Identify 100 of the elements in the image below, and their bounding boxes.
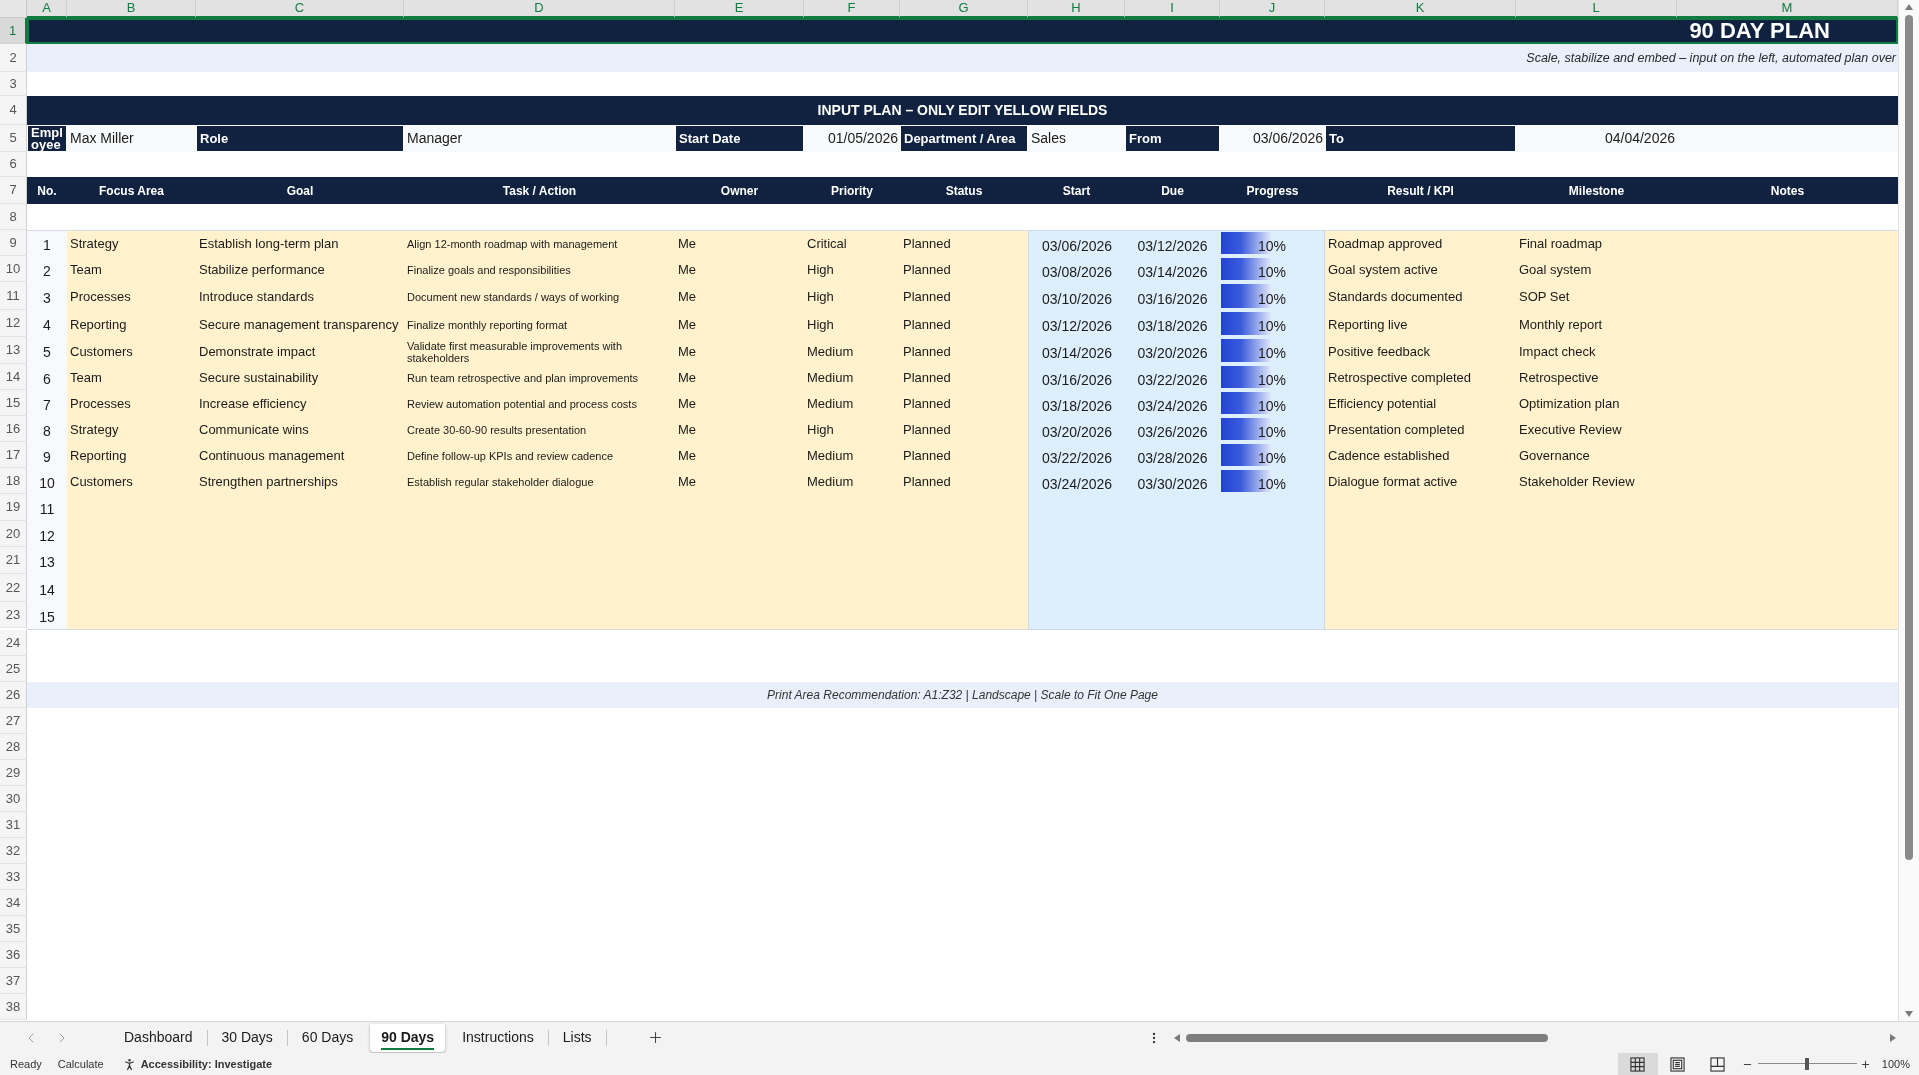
column-header[interactable]: G	[900, 0, 1028, 18]
row-header[interactable]: 21	[0, 547, 27, 574]
row-header[interactable]: 12	[0, 310, 27, 337]
table-cell-text: Me	[677, 261, 698, 280]
row-header[interactable]: 19	[0, 494, 27, 521]
field-label: Role	[196, 125, 404, 152]
sheet-tab[interactable]: 30 Days	[207, 1023, 287, 1052]
sheet-tab[interactable]: Lists	[548, 1023, 606, 1052]
table-cell-text: Planned	[902, 369, 952, 388]
row-header[interactable]: 16	[0, 416, 27, 442]
row-header[interactable]: 10	[0, 256, 27, 282]
field-label: Start Date	[675, 125, 804, 152]
row-header[interactable]: 24	[0, 630, 27, 656]
table-cell-text: Planned	[902, 261, 952, 280]
horizontal-scrollbar-thumb[interactable]	[1186, 1033, 1548, 1042]
row-header[interactable]: 28	[0, 734, 27, 760]
row-header[interactable]: 25	[0, 656, 27, 682]
row-header[interactable]: 20	[0, 521, 27, 547]
row-header[interactable]: 8	[0, 204, 27, 230]
table-cell-text: Review automation potential and process costs	[406, 397, 638, 412]
table-cell-text: 5	[42, 343, 52, 362]
table-cell-text: Monthly report	[1518, 315, 1604, 334]
column-header[interactable]: A	[27, 0, 67, 18]
table-cell-text: Goal system active	[1327, 261, 1439, 280]
row-header[interactable]: 32	[0, 838, 27, 864]
accessibility-status[interactable]: Accessibility: Investigate	[140, 1055, 273, 1073]
field-value: Manager	[406, 129, 464, 148]
table-cell-text: Communicate wins	[198, 421, 310, 440]
column-header[interactable]: E	[675, 0, 804, 18]
row-header[interactable]: 14	[0, 364, 27, 390]
column-header[interactable]: K	[1325, 0, 1516, 18]
progress-reading: 10%	[1258, 448, 1286, 468]
row-header[interactable]: 4	[0, 96, 27, 125]
row-header[interactable]: 6	[0, 152, 27, 177]
row-header[interactable]: 5	[0, 125, 27, 152]
row-header[interactable]: 9	[0, 230, 27, 256]
column-header[interactable]: L	[1516, 0, 1677, 18]
row-header[interactable]: 7	[0, 177, 27, 204]
row-header[interactable]: 23	[0, 602, 27, 628]
table-cell-text: Establish long-term plan	[198, 235, 340, 254]
row-header[interactable]: 17	[0, 442, 27, 468]
row-header[interactable]: 31	[0, 812, 27, 838]
split-page-icon	[1710, 1056, 1726, 1072]
column-heading: Task / Action	[404, 177, 675, 204]
column-header[interactable]: I	[1125, 0, 1220, 18]
table-cell-text: Team	[69, 369, 103, 388]
row-header[interactable]: 11	[0, 282, 27, 310]
table-cell-text: Planned	[902, 235, 952, 254]
row-header[interactable]: 18	[0, 468, 27, 494]
row-header[interactable]: 35	[0, 916, 27, 942]
table-cell-text: Standards documented	[1327, 288, 1464, 307]
row-header[interactable]: 27	[0, 708, 27, 734]
table-cell-text: Me	[677, 421, 698, 440]
row-header[interactable]: 2	[0, 44, 27, 72]
sheet-tab[interactable]: 60 Days	[287, 1023, 368, 1052]
row-header[interactable]: 30	[0, 786, 27, 812]
table-cell-text: Stakeholder Review	[1518, 473, 1636, 492]
sheet-tab[interactable]: Instructions	[448, 1023, 548, 1052]
table-cell-text: Planned	[902, 395, 952, 414]
column-header[interactable]: J	[1220, 0, 1325, 18]
row-header[interactable]: 37	[0, 968, 27, 994]
column-header[interactable]: B	[67, 0, 196, 18]
table-cell-text: 03/12/2026	[1040, 317, 1114, 336]
column-header[interactable]: M	[1677, 0, 1898, 18]
table-cell-text: Validate first measurable improvements with stakeholders	[406, 338, 623, 365]
sheet-tab[interactable]: Dashboard	[110, 1023, 207, 1052]
row-header[interactable]: 33	[0, 864, 27, 890]
column-header[interactable]: D	[404, 0, 675, 18]
table-cell-text: 4	[42, 316, 52, 335]
row-header[interactable]: 15	[0, 390, 27, 416]
table-cell-text: Me	[677, 473, 698, 492]
progress-reading: 10%	[1258, 289, 1286, 309]
section-title: INPUT PLAN – ONLY EDIT YELLOW FIELDS	[817, 101, 1108, 120]
sheet-tab[interactable]: 90 Days	[370, 1023, 446, 1052]
column-header[interactable]: H	[1028, 0, 1125, 18]
row-header[interactable]: 26	[0, 682, 27, 708]
row-header[interactable]: 29	[0, 760, 27, 786]
progress-reading: 10%	[1258, 422, 1286, 442]
status-mode: Ready	[10, 1056, 42, 1072]
table-cell-text: Executive Review	[1518, 421, 1623, 440]
table-cell-text: Retrospective	[1518, 369, 1600, 388]
row-header[interactable]: 3	[0, 72, 27, 96]
vertical-scrollbar-thumb[interactable]	[1905, 15, 1913, 860]
table-cell-text: 03/22/2026	[1040, 448, 1114, 468]
row-header[interactable]: 1	[0, 18, 27, 44]
triangle-down-icon	[1905, 1011, 1913, 1017]
table-cell-text: Reporting	[69, 315, 128, 334]
column-header[interactable]: C	[196, 0, 404, 18]
calculate-button[interactable]: Calculate	[57, 1055, 104, 1073]
row-header[interactable]: 38	[0, 994, 27, 1020]
row-header[interactable]: 36	[0, 942, 27, 968]
column-header[interactable]: F	[804, 0, 900, 18]
row-header[interactable]: 13	[0, 337, 27, 364]
table-cell-text: 9	[42, 447, 52, 467]
row-header[interactable]: 22	[0, 574, 27, 602]
normal-view-button[interactable]	[1617, 1053, 1658, 1075]
table-cell-text: Me	[677, 395, 698, 414]
row-header[interactable]: 34	[0, 890, 27, 916]
zoom-slider-thumb[interactable]	[1805, 1058, 1810, 1070]
table-cell-text: Run team retrospective and plan improvements	[406, 371, 640, 386]
